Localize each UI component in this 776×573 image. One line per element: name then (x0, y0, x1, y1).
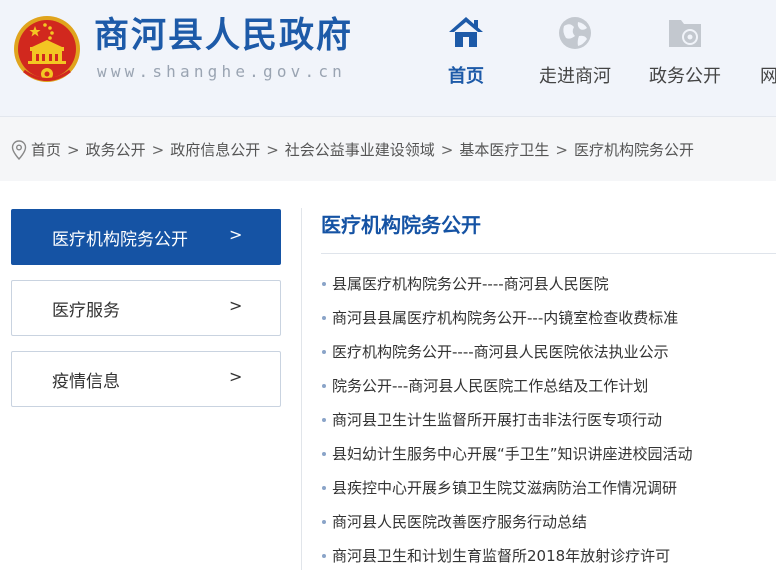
sidebar-item-label: 医疗机构院务公开 (52, 230, 188, 250)
bullet-icon (322, 486, 326, 490)
content-divider (301, 208, 302, 570)
breadcrumb-separator: > (555, 141, 568, 159)
breadcrumb-separator: > (151, 141, 165, 159)
site-title[interactable]: 商河县人民政府 (94, 14, 353, 58)
nav-about-label: 走进商河 (539, 66, 611, 87)
bullet-icon (322, 418, 326, 422)
breadcrumb-current[interactable]: 医疗机构院务公开 (574, 141, 694, 159)
list-item[interactable]: 商河县卫生和计划生育监督所2018年放射诊疗许可 (321, 539, 776, 573)
breadcrumb-separator: > (440, 141, 454, 159)
list-item[interactable]: 医疗机构院务公开----商河县人民医院依法执业公示 (321, 335, 776, 369)
breadcrumb: 首页 > 政务公开 > 政府信息公开 > 社会公益事业建设领域 > 基本医疗卫生 > 医疗机构院务公… (0, 116, 776, 181)
bullet-icon (322, 452, 326, 456)
section-underline (321, 253, 776, 254)
chevron-right-icon: > (229, 296, 243, 315)
breadcrumb-separator: > (67, 141, 80, 159)
list-item[interactable]: 商河县县属医疗机构院务公开---内镜室检查收费标准 (321, 301, 776, 335)
breadcrumb-gov-info[interactable]: 政府信息公开 (170, 141, 260, 159)
list-item-link[interactable]: 县疾控中心开展乡镇卫生院艾滋病防治工作情况调研 (332, 471, 677, 505)
breadcrumb-government-affairs[interactable]: 政务公开 (86, 141, 146, 159)
news-list: 县属医疗机构院务公开----商河县人民医院 商河县县属医疗机构院务公开---内镜… (321, 267, 776, 573)
breadcrumb-trail: 首页 > 政务公开 > 政府信息公开 > 社会公益事业建设领域 > 基本医疗卫生 > 医疗机构院务公… (31, 139, 694, 161)
bullet-icon (322, 384, 326, 388)
bullet-icon (322, 520, 326, 524)
list-item[interactable]: 商河县卫生计生监督所开展打击非法行医专项行动 (321, 403, 776, 437)
list-item-link[interactable]: 院务公开---商河县人民医院工作总结及工作计划 (332, 369, 648, 403)
nav-home[interactable]: 首页 (411, 0, 521, 116)
chevron-right-icon: > (229, 225, 243, 244)
site-domain: www.shanghe.gov.cn (97, 62, 346, 81)
nav-government-affairs[interactable]: 政务公开 (630, 0, 740, 116)
sidebar-item-epidemic-info[interactable]: 疫情信息 > (11, 351, 281, 407)
sidebar-item-label: 医疗服务 (52, 301, 120, 321)
section-title: 医疗机构院务公开 (321, 213, 481, 237)
bullet-icon (322, 282, 326, 286)
list-item-link[interactable]: 商河县人民医院改善医疗服务行动总结 (332, 505, 587, 539)
location-pin-icon (11, 140, 27, 160)
list-item-link[interactable]: 县属医疗机构院务公开----商河县人民医院 (332, 267, 609, 301)
list-item[interactable]: 县属医疗机构院务公开----商河县人民医院 (321, 267, 776, 301)
breadcrumb-public-welfare[interactable]: 社会公益事业建设领域 (285, 141, 435, 159)
list-item-link[interactable]: 商河县县属医疗机构院务公开---内镜室检查收费标准 (332, 301, 678, 335)
nav-more-label: 网 (760, 66, 776, 87)
chevron-right-icon: > (229, 367, 243, 386)
list-item[interactable]: 县妇幼计生服务中心开展“手卫生”知识讲座进校园活动 (321, 437, 776, 471)
list-item[interactable]: 商河县人民医院改善医疗服务行动总结 (321, 505, 776, 539)
sidebar-item-hospital-affairs[interactable]: 医疗机构院务公开 > (11, 209, 281, 265)
sidebar-item-medical-services[interactable]: 医疗服务 > (11, 280, 281, 336)
national-emblem-icon[interactable] (12, 13, 82, 87)
sidebar-item-label: 疫情信息 (52, 372, 120, 392)
site-header: 商河县人民政府 www.shanghe.gov.cn 首页 走进商河 政务公开 … (0, 0, 776, 116)
home-icon (449, 17, 483, 47)
nav-home-label: 首页 (448, 66, 484, 87)
bullet-icon (322, 554, 326, 558)
nav-more[interactable]: 网 (742, 0, 776, 116)
nav-about-shanghe[interactable]: 走进商河 (520, 0, 630, 116)
folder-gear-icon (669, 20, 701, 47)
breadcrumb-separator: > (266, 141, 279, 159)
breadcrumb-home[interactable]: 首页 (31, 141, 61, 159)
nav-affairs-label: 政务公开 (649, 66, 721, 87)
bullet-icon (322, 350, 326, 354)
list-item[interactable]: 县疾控中心开展乡镇卫生院艾滋病防治工作情况调研 (321, 471, 776, 505)
list-item-link[interactable]: 县妇幼计生服务中心开展“手卫生”知识讲座进校园活动 (332, 437, 693, 471)
breadcrumb-basic-healthcare[interactable]: 基本医疗卫生 (459, 141, 549, 159)
list-item[interactable]: 院务公开---商河县人民医院工作总结及工作计划 (321, 369, 776, 403)
globe-icon (559, 17, 591, 49)
list-item-link[interactable]: 商河县卫生和计划生育监督所2018年放射诊疗许可 (332, 539, 670, 573)
bullet-icon (322, 316, 326, 320)
list-item-link[interactable]: 医疗机构院务公开----商河县人民医院依法执业公示 (332, 335, 669, 369)
list-item-link[interactable]: 商河县卫生计生监督所开展打击非法行医专项行动 (332, 403, 662, 437)
